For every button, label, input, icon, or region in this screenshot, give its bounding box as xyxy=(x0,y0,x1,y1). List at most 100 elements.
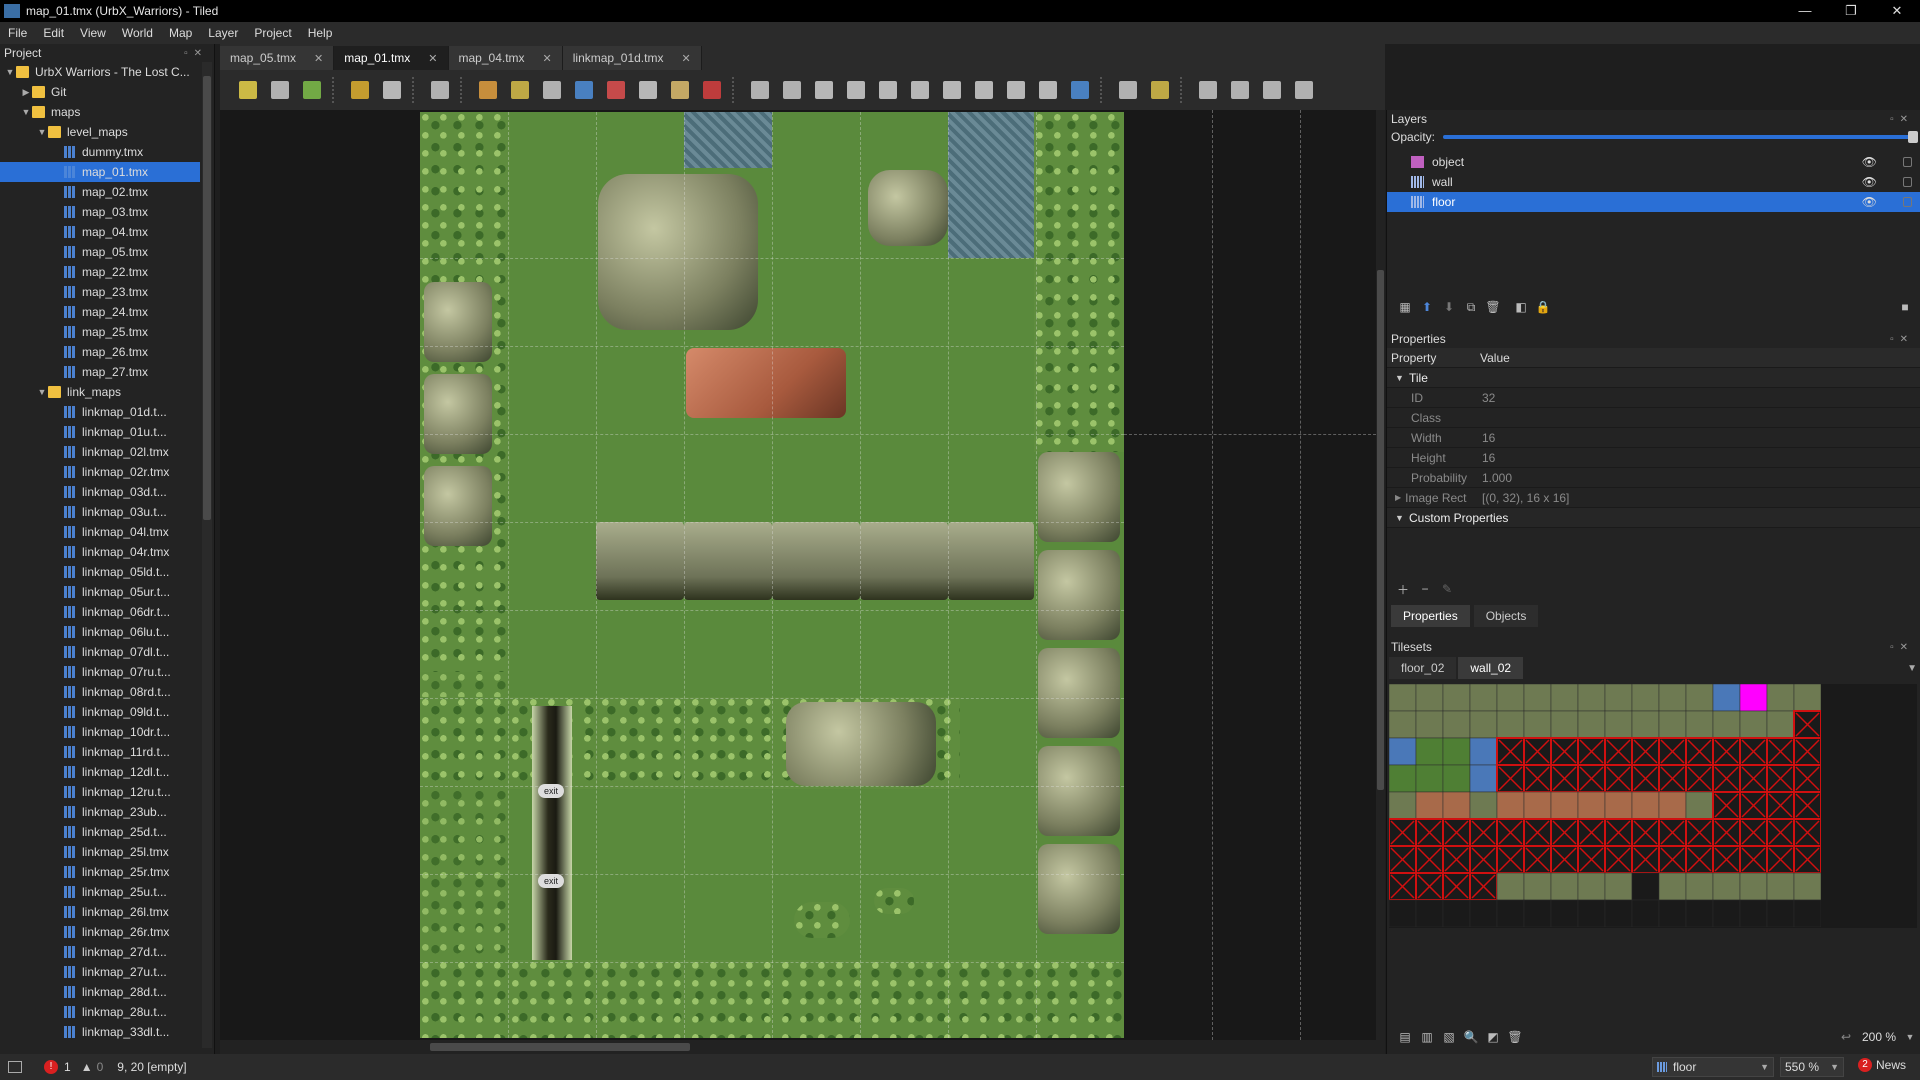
redo-icon[interactable] xyxy=(376,76,408,104)
insert-point-icon[interactable] xyxy=(840,76,872,104)
tab-properties[interactable]: Properties xyxy=(1391,605,1470,627)
lock-icon[interactable] xyxy=(1903,197,1912,207)
zoom-dropdown[interactable]: 550 % ▼ xyxy=(1780,1057,1844,1077)
menu-layer[interactable]: Layer xyxy=(200,26,246,40)
map-viewport[interactable]: exit exit xyxy=(220,110,1376,1040)
remove-layer-icon[interactable]: 🗑 xyxy=(1483,298,1503,316)
tree-file[interactable]: linkmap_28u.t... xyxy=(0,1002,200,1022)
tree-file[interactable]: linkmap_25l.tmx xyxy=(0,842,200,862)
tree-file[interactable]: linkmap_02l.tmx xyxy=(0,442,200,462)
rotate-left-icon[interactable] xyxy=(1256,76,1288,104)
edit-polygons-icon[interactable] xyxy=(776,76,808,104)
tab-close-icon[interactable]: ✕ xyxy=(543,52,552,65)
insert-ellipse-icon[interactable] xyxy=(872,76,904,104)
tree-file[interactable]: map_03.tmx xyxy=(0,202,200,222)
embed-tileset-icon[interactable]: ▥ xyxy=(1417,1028,1437,1046)
property-row[interactable]: Probability 1.000 xyxy=(1387,468,1920,488)
tree-file[interactable]: linkmap_05ur.t... xyxy=(0,582,200,602)
tree-file[interactable]: linkmap_11rd.t... xyxy=(0,742,200,762)
panel-dock-buttons[interactable]: ▫✕ xyxy=(184,48,208,59)
tileset-properties-icon[interactable]: ◩ xyxy=(1483,1028,1503,1046)
panel-dock-buttons[interactable]: ▫✕ xyxy=(1890,114,1914,125)
property-row[interactable]: Class xyxy=(1387,408,1920,428)
insert-text-icon[interactable] xyxy=(1000,76,1032,104)
new-layer-icon[interactable]: ▦ xyxy=(1395,298,1415,316)
tree-file[interactable]: linkmap_10dr.t... xyxy=(0,722,200,742)
lock-icon[interactable] xyxy=(1903,157,1912,167)
layer-select-dropdown[interactable]: floor ▼ xyxy=(1652,1057,1774,1077)
tree-file[interactable]: linkmap_07ru.t... xyxy=(0,662,200,682)
highlight-layer-icon[interactable]: ■ xyxy=(1895,298,1915,316)
tree-file[interactable]: linkmap_04l.tmx xyxy=(0,522,200,542)
tileset-zoom[interactable]: 200 % xyxy=(1858,1030,1898,1044)
insert-tile-icon[interactable] xyxy=(936,76,968,104)
menu-help[interactable]: Help xyxy=(300,26,341,40)
raise-layer-icon[interactable]: ⬆ xyxy=(1417,298,1437,316)
stamp-brush-icon[interactable] xyxy=(472,76,504,104)
flip-vertical-icon[interactable] xyxy=(1224,76,1256,104)
expand-arrow-down-icon[interactable]: ▼ xyxy=(36,387,48,397)
show-other-layers-icon[interactable]: ◧ xyxy=(1511,298,1531,316)
menu-view[interactable]: View xyxy=(72,26,114,40)
panel-dock-buttons[interactable]: ▫✕ xyxy=(1890,334,1914,345)
expand-arrow-down-icon[interactable]: ▼ xyxy=(20,107,32,117)
shape-fill-icon[interactable] xyxy=(568,76,600,104)
undo-icon[interactable] xyxy=(344,76,376,104)
property-row[interactable]: ▶ Image Rect [(0, 32), 16 x 16] xyxy=(1387,488,1920,508)
tileset-tiles-svg[interactable] xyxy=(1389,684,1822,928)
tree-folder[interactable]: ▼ UrbX Warriors - The Lost C... xyxy=(0,62,200,82)
tree-file[interactable]: linkmap_02r.tmx xyxy=(0,462,200,482)
tree-file[interactable]: linkmap_09ld.t... xyxy=(0,702,200,722)
tab-map-04[interactable]: map_04.tmx ✕ xyxy=(448,46,563,70)
tree-file[interactable]: linkmap_12ru.t... xyxy=(0,782,200,802)
dynamic-wrap-icon[interactable]: ↩ xyxy=(1836,1028,1856,1046)
menu-world[interactable]: World xyxy=(114,26,161,40)
select-same-tile-icon[interactable] xyxy=(696,76,728,104)
menu-edit[interactable]: Edit xyxy=(35,26,72,40)
random-mode-icon[interactable] xyxy=(1112,76,1144,104)
news-button[interactable]: 2 News xyxy=(1858,1058,1906,1072)
expand-arrow-right-icon[interactable]: ▶ xyxy=(20,87,32,98)
terrain-brush-icon[interactable] xyxy=(504,76,536,104)
tree-file[interactable]: map_05.tmx xyxy=(0,242,200,262)
group-tile[interactable]: ▼ Tile xyxy=(1387,368,1920,388)
insert-polygon-icon[interactable] xyxy=(904,76,936,104)
export-tileset-icon[interactable]: ▧ xyxy=(1439,1028,1459,1046)
save-icon[interactable] xyxy=(296,76,328,104)
tree-file[interactable]: linkmap_06lu.t... xyxy=(0,622,200,642)
tree-folder[interactable]: ▼ level_maps xyxy=(0,122,200,142)
tree-folder[interactable]: ▼ maps xyxy=(0,102,200,122)
tileset-menu-chevron-icon[interactable]: ▼ xyxy=(1907,663,1917,674)
expand-arrow-down-icon[interactable]: ▼ xyxy=(36,127,48,137)
error-icon[interactable]: ! xyxy=(44,1060,58,1074)
tree-file[interactable]: linkmap_04r.tmx xyxy=(0,542,200,562)
tree-file[interactable]: linkmap_33dl.t... xyxy=(0,1022,200,1042)
exit-object[interactable]: exit xyxy=(538,874,564,888)
zoom-dropdown-icon[interactable]: ▼ xyxy=(1900,1028,1920,1046)
layer-row-floor[interactable]: floor 👁 xyxy=(1387,192,1920,212)
remove-property-icon[interactable]: − xyxy=(1415,580,1435,598)
layer-row-wall[interactable]: wall 👁 xyxy=(1387,172,1920,192)
new-map-icon[interactable] xyxy=(232,76,264,104)
warning-icon[interactable]: ▲ xyxy=(81,1060,93,1074)
menu-project[interactable]: Project xyxy=(246,26,299,40)
property-row[interactable]: ID 32 xyxy=(1387,388,1920,408)
bucket-fill-icon[interactable] xyxy=(536,76,568,104)
edit-tileset-icon[interactable]: 🔍 xyxy=(1461,1028,1481,1046)
tree-file[interactable]: linkmap_26l.tmx xyxy=(0,902,200,922)
tree-file[interactable]: map_25.tmx xyxy=(0,322,200,342)
tree-file[interactable]: linkmap_06dr.t... xyxy=(0,602,200,622)
tree-file[interactable]: linkmap_26r.tmx xyxy=(0,922,200,942)
world-tool-icon[interactable] xyxy=(1032,76,1064,104)
rename-property-icon[interactable]: ✎ xyxy=(1437,580,1457,598)
layer-row-object[interactable]: object 👁 xyxy=(1387,152,1920,172)
insert-template-icon[interactable] xyxy=(968,76,1000,104)
eraser-icon[interactable] xyxy=(600,76,632,104)
offset-map-icon[interactable] xyxy=(1064,76,1096,104)
group-custom-properties[interactable]: ▼ Custom Properties xyxy=(1387,508,1920,528)
tree-file[interactable]: linkmap_25d.t... xyxy=(0,822,200,842)
minimize-button[interactable]: — xyxy=(1782,3,1828,19)
lock-layer-icon[interactable]: 🔒 xyxy=(1533,298,1553,316)
remove-tileset-icon[interactable]: 🗑 xyxy=(1505,1028,1525,1046)
duplicate-layer-icon[interactable]: ⧉ xyxy=(1461,298,1481,316)
